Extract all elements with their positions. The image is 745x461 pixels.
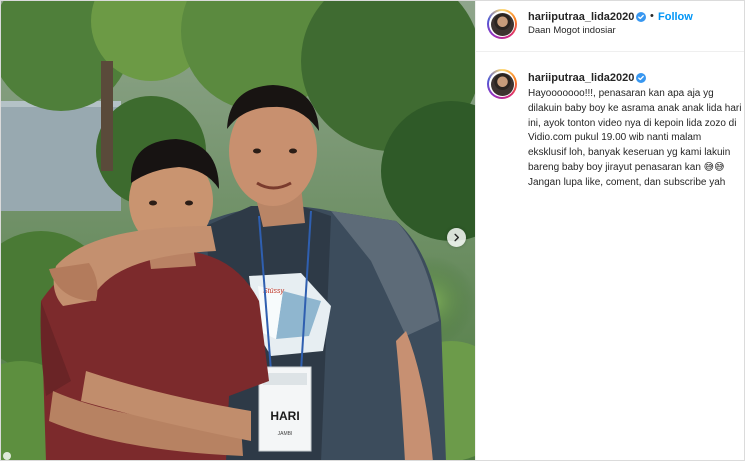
name-tag-subtext: JAMBI	[278, 431, 293, 437]
photo-illustration: Stüssy HARI JAMBI	[1, 1, 475, 460]
header-separator: •	[650, 10, 654, 22]
tag-indicator-icon[interactable]	[3, 452, 11, 460]
caption-username[interactable]: hariiputraa_lida2020	[528, 72, 634, 84]
header-avatar[interactable]	[487, 9, 517, 39]
next-photo-button[interactable]	[447, 228, 466, 247]
name-tag-text: HARI	[270, 409, 299, 423]
header-username[interactable]: hariiputraa_lida2020	[528, 11, 634, 23]
post-location[interactable]: Daan Mogot indosiar	[528, 25, 616, 36]
avatar-image	[490, 72, 514, 96]
caption-text: Hayooooooo!!!, penasaran kan apa aja yg …	[528, 88, 742, 188]
post-header: hariiputraa_lida2020 • Follow Daan Mogot…	[476, 1, 744, 52]
caption-avatar[interactable]	[487, 69, 517, 99]
verified-badge-icon	[636, 73, 646, 83]
verified-badge-icon	[636, 12, 646, 22]
instagram-post: Stüssy HARI JAMBI hariiputraa_lida2020 •…	[0, 0, 745, 461]
follow-button[interactable]: Follow	[658, 11, 693, 23]
shirt-print-text: Stüssy	[263, 288, 285, 295]
avatar-image	[490, 12, 514, 36]
chevron-right-icon	[454, 233, 460, 242]
post-sidebar: hariiputraa_lida2020 • Follow Daan Mogot…	[475, 1, 744, 460]
post-photo[interactable]: Stüssy HARI JAMBI	[1, 1, 475, 460]
